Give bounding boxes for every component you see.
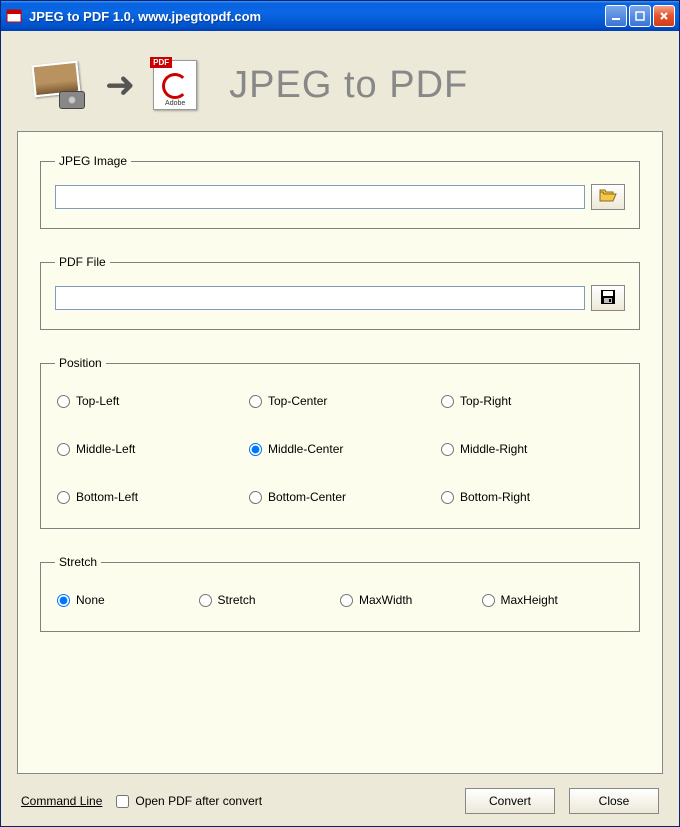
banner-heading: JPEG to PDF (229, 64, 468, 107)
position-radio-input[interactable] (441, 395, 454, 408)
position-radio-top-center[interactable]: Top-Center (249, 394, 431, 408)
position-group: Position Top-Left Top-Center Top-Right Midd… (40, 356, 640, 529)
position-radio-input[interactable] (441, 443, 454, 456)
radio-label: Top-Left (76, 394, 119, 408)
radio-label: Bottom-Right (460, 490, 530, 504)
pdf-file-group: PDF File (40, 255, 640, 330)
position-radio-top-right[interactable]: Top-Right (441, 394, 623, 408)
position-radio-middle-left[interactable]: Middle-Left (57, 442, 239, 456)
app-icon (5, 7, 23, 25)
maximize-button[interactable] (629, 5, 651, 27)
content-area: ➜ PDF Adobe JPEG to PDF JPEG Image (1, 31, 679, 826)
position-radio-bottom-center[interactable]: Bottom-Center (249, 490, 431, 504)
jpeg-image-legend: JPEG Image (55, 154, 131, 168)
position-radio-bottom-left[interactable]: Bottom-Left (57, 490, 239, 504)
minimize-button[interactable] (605, 5, 627, 27)
radio-label: Middle-Center (268, 442, 343, 456)
position-radio-input[interactable] (441, 491, 454, 504)
app-window: JPEG to PDF 1.0, www.jpegtopdf.com ➜ PDF (0, 0, 680, 827)
position-radio-input[interactable] (249, 491, 262, 504)
stretch-radio-input[interactable] (340, 594, 353, 607)
position-radio-bottom-right[interactable]: Bottom-Right (441, 490, 623, 504)
position-radio-input[interactable] (249, 443, 262, 456)
floppy-save-icon (600, 289, 616, 308)
open-after-checkbox-input[interactable] (116, 795, 129, 808)
jpeg-image-input[interactable] (55, 185, 585, 209)
position-radio-middle-center[interactable]: Middle-Center (249, 442, 431, 456)
open-after-label: Open PDF after convert (135, 794, 262, 808)
window-title: JPEG to PDF 1.0, www.jpegtopdf.com (29, 9, 605, 24)
stretch-radio-input[interactable] (199, 594, 212, 607)
stretch-radio-maxheight[interactable]: MaxHeight (482, 593, 624, 607)
pdf-icon: PDF Adobe (153, 60, 197, 110)
position-radio-input[interactable] (57, 395, 70, 408)
position-radio-input[interactable] (57, 443, 70, 456)
radio-label: Middle-Left (76, 442, 135, 456)
position-legend: Position (55, 356, 106, 370)
stretch-radio-input[interactable] (482, 594, 495, 607)
pdf-file-input[interactable] (55, 286, 585, 310)
jpeg-image-group: JPEG Image (40, 154, 640, 229)
banner: ➜ PDF Adobe JPEG to PDF (17, 45, 663, 131)
position-radio-input[interactable] (57, 491, 70, 504)
command-line-link[interactable]: Command Line (21, 794, 102, 808)
stretch-radio-maxwidth[interactable]: MaxWidth (340, 593, 482, 607)
position-radio-top-left[interactable]: Top-Left (57, 394, 239, 408)
browse-jpeg-button[interactable] (591, 184, 625, 210)
titlebar: JPEG to PDF 1.0, www.jpegtopdf.com (1, 1, 679, 31)
footer: Command Line Open PDF after convert Conv… (17, 774, 663, 816)
open-after-checkbox[interactable]: Open PDF after convert (116, 794, 262, 808)
close-app-button[interactable]: Close (569, 788, 659, 814)
close-button[interactable] (653, 5, 675, 27)
arrow-icon: ➜ (105, 64, 135, 106)
window-controls (605, 5, 675, 27)
radio-label: MaxWidth (359, 593, 412, 607)
position-radio-input[interactable] (249, 395, 262, 408)
photo-icon (29, 61, 87, 109)
stretch-radio-input[interactable] (57, 594, 70, 607)
radio-label: None (76, 593, 105, 607)
pdf-file-legend: PDF File (55, 255, 110, 269)
radio-label: Stretch (218, 593, 256, 607)
radio-label: Middle-Right (460, 442, 527, 456)
stretch-radio-stretch[interactable]: Stretch (199, 593, 341, 607)
radio-label: Bottom-Center (268, 490, 346, 504)
radio-label: Top-Right (460, 394, 511, 408)
radio-label: Bottom-Left (76, 490, 138, 504)
radio-label: MaxHeight (501, 593, 558, 607)
stretch-radio-none[interactable]: None (57, 593, 199, 607)
save-pdf-button[interactable] (591, 285, 625, 311)
main-panel: JPEG Image PDF File (17, 131, 663, 774)
folder-open-icon (599, 189, 617, 206)
stretch-group: Stretch None Stretch MaxWidth MaxHeight (40, 555, 640, 632)
radio-label: Top-Center (268, 394, 327, 408)
position-radio-middle-right[interactable]: Middle-Right (441, 442, 623, 456)
convert-button[interactable]: Convert (465, 788, 555, 814)
stretch-legend: Stretch (55, 555, 101, 569)
